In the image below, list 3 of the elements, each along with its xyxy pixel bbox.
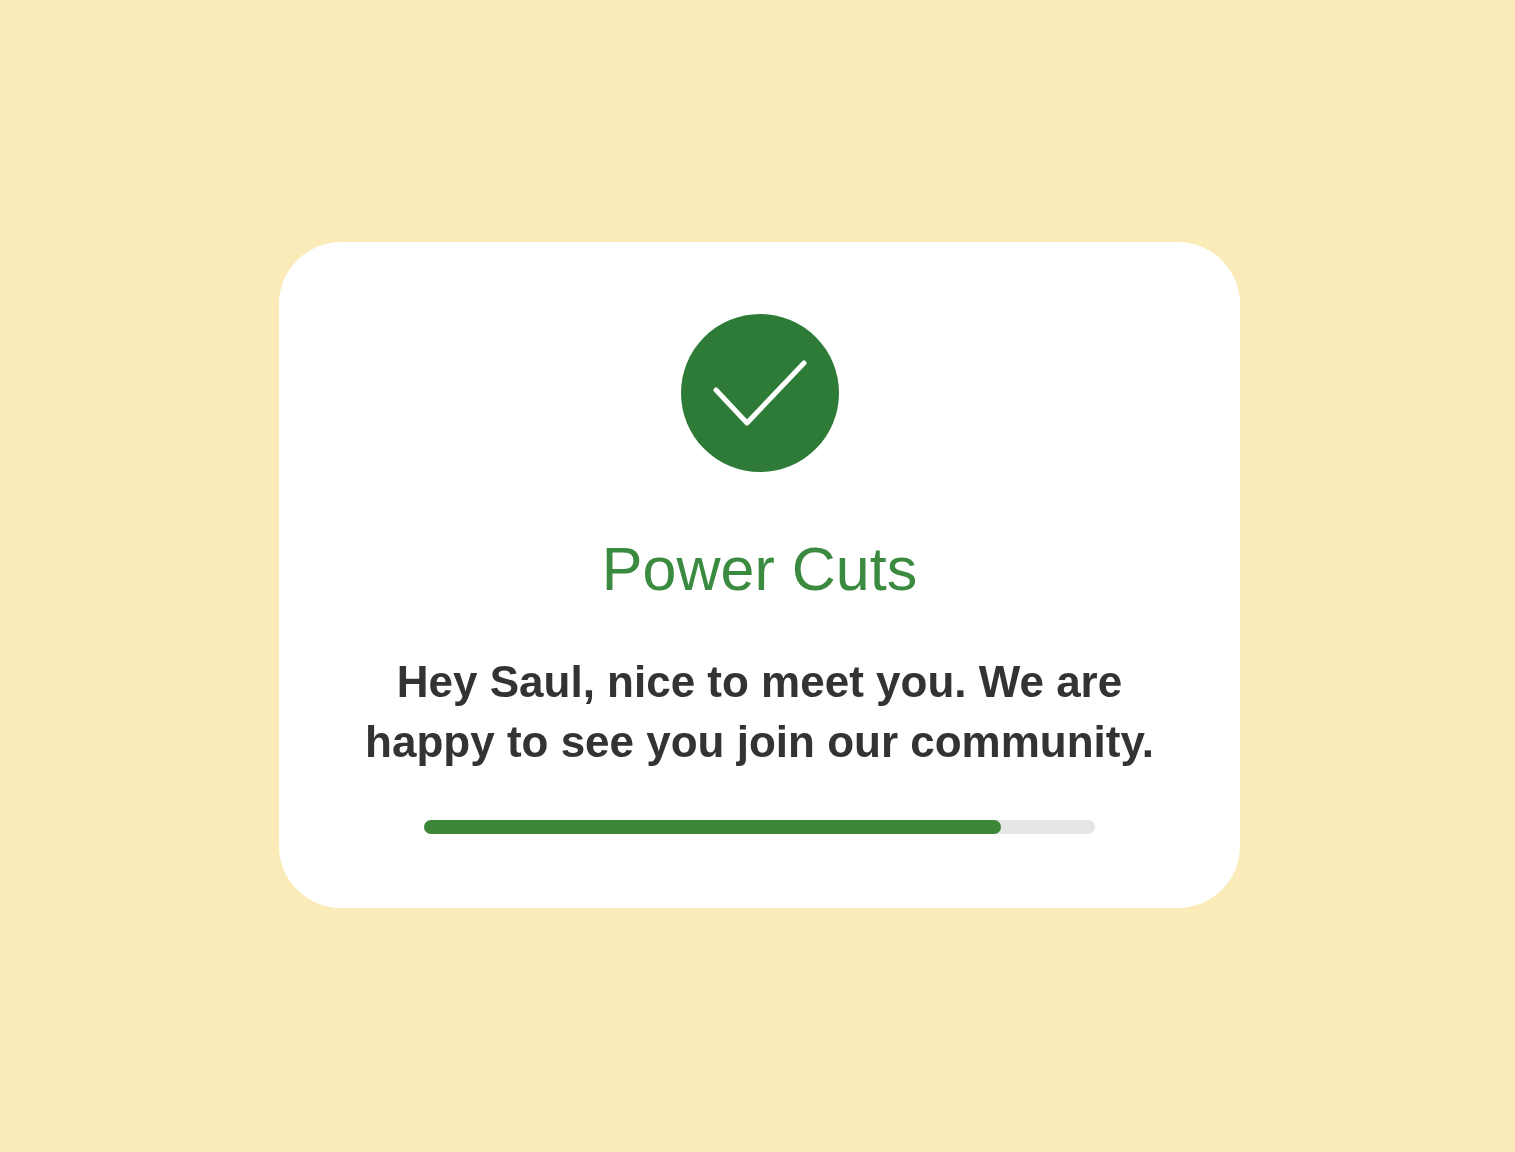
welcome-message: Hey Saul, nice to meet you. We are happy to see you join our community.	[364, 656, 1155, 768]
check-circle-icon	[680, 314, 839, 472]
dialog-title: Power Cuts	[601, 534, 918, 604]
